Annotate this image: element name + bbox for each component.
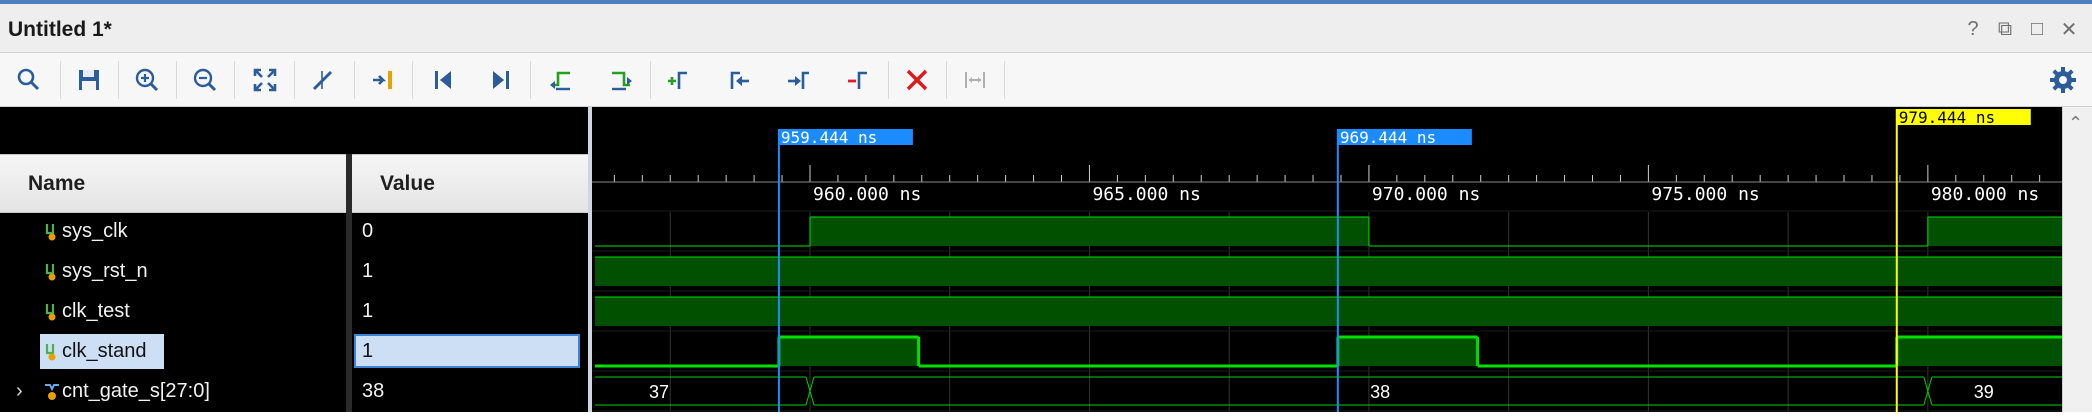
add-marker-icon[interactable]: [662, 63, 696, 97]
window-title: Untitled 1*: [8, 18, 112, 41]
gear-icon[interactable]: [2048, 65, 2078, 95]
bus-transition: [1923, 376, 1929, 406]
bus-signal-icon: [45, 384, 59, 400]
signal-value: 1: [362, 300, 374, 322]
toolbar-separator: [176, 61, 177, 99]
signal-pane-spacer: [0, 107, 588, 154]
toolbar-separator: [234, 61, 235, 99]
next-transition-icon[interactable]: [604, 63, 638, 97]
toolbar-separator: [60, 61, 61, 99]
value-column-header[interactable]: Value: [352, 154, 588, 213]
save-icon[interactable]: [72, 63, 106, 97]
toolbar-separator: [1004, 61, 1005, 99]
next-marker-icon[interactable]: [782, 63, 816, 97]
high-level-fill: [1896, 337, 2062, 366]
signal-value: 0: [362, 220, 374, 242]
bus-transition: [1927, 376, 1933, 406]
maximize-icon[interactable]: □: [2022, 14, 2052, 44]
time-tick-label: 970.000 ns: [1372, 184, 1480, 205]
expand-chevron-icon[interactable]: ›: [16, 380, 23, 403]
cursor-snap-icon[interactable]: [306, 63, 340, 97]
cursor-label: 959.444 ns: [781, 128, 877, 147]
goto-end-icon[interactable]: [484, 63, 518, 97]
zoom-fit-icon[interactable]: [248, 63, 282, 97]
signal-name: sys_rst_n: [62, 260, 148, 282]
signal-name: cnt_gate_s[27:0]: [62, 380, 210, 402]
help-icon[interactable]: ?: [1958, 14, 1988, 44]
waveform-window: Untitled 1* ? ⧉ □ ✕ Name Value sys_clk 0…: [0, 0, 2092, 412]
bus-value-label: 37: [649, 382, 669, 402]
signal-name: clk_test: [62, 300, 130, 322]
selected-value-box: [354, 334, 580, 368]
window-controls: ? ⧉ □ ✕: [1958, 14, 2084, 44]
bus-value-label: 38: [1370, 382, 1390, 402]
cursor-label: 979.444 ns: [1899, 108, 1995, 127]
waveform-canvas: 960.000 ns 965.000 ns 970.000 ns 975.000 ns…: [592, 108, 2062, 412]
title-bar: Untitled 1* ? ⧉ □ ✕: [0, 4, 2092, 53]
bit-signal-icon: [45, 344, 56, 361]
signal-row-sys-rst-n[interactable]: sys_rst_n 1: [0, 252, 588, 292]
close-icon[interactable]: ✕: [2054, 14, 2084, 44]
toolbar-separator: [946, 61, 947, 99]
prev-marker-icon[interactable]: [722, 63, 756, 97]
high-level-fill: [595, 257, 2062, 286]
signal-name: sys_clk: [62, 220, 128, 242]
cursor-label: 969.444 ns: [1340, 128, 1436, 147]
signal-row-clk-test[interactable]: clk_test 1: [0, 292, 588, 332]
toolbar-separator: [118, 61, 119, 99]
signal-row-clk-stand[interactable]: clk_stand 1: [0, 332, 588, 372]
delete-icon[interactable]: [900, 63, 934, 97]
high-level-fill: [1927, 217, 2062, 246]
toolbar-separator: [354, 61, 355, 99]
scroll-up-icon[interactable]: ⌃: [2068, 113, 2083, 134]
time-tick-label: 975.000 ns: [1651, 184, 1759, 205]
remove-marker-icon[interactable]: [842, 63, 876, 97]
zoom-out-icon[interactable]: [188, 63, 222, 97]
search-icon[interactable]: [12, 63, 46, 97]
toolbar-separator: [650, 61, 651, 99]
waveform-area[interactable]: 960.000 ns 965.000 ns 970.000 ns 975.000 ns…: [592, 107, 2062, 412]
bus-transition: [809, 376, 815, 406]
bus-value-label: 39: [1974, 382, 1994, 402]
zoom-in-icon[interactable]: [130, 63, 164, 97]
prev-transition-icon[interactable]: [544, 63, 578, 97]
goto-start-icon[interactable]: [426, 63, 460, 97]
high-level-fill: [595, 297, 2062, 326]
toolbar-separator: [294, 61, 295, 99]
high-level-fill: [1337, 337, 1478, 366]
toolbar-separator: [888, 61, 889, 99]
toolbar-separator: [412, 61, 413, 99]
signal-row-sys-clk[interactable]: sys_clk 0: [0, 212, 588, 252]
signal-value: 1: [362, 340, 374, 362]
signal-list-pane: Name Value sys_clk 0 sys_rst_n 1 clk_tes…: [0, 107, 588, 412]
bit-signal-icon: [45, 264, 56, 281]
signal-value: 1: [362, 260, 374, 282]
signal-name: clk_stand: [62, 340, 147, 362]
high-level-fill: [778, 337, 919, 366]
signal-value: 38: [362, 380, 385, 402]
toolbar-separator: [530, 61, 531, 99]
time-tick-label: 960.000 ns: [813, 184, 921, 205]
time-tick-label: 980.000 ns: [1931, 184, 2039, 205]
vertical-scrollbar[interactable]: ⌃: [2062, 107, 2092, 412]
signal-row-cnt-gate-s[interactable]: › cnt_gate_s[27:0] 38: [0, 372, 588, 412]
restore-icon[interactable]: ⧉: [1990, 14, 2020, 44]
bus-transition: [805, 376, 811, 406]
bit-signal-icon: [45, 304, 56, 321]
waveform-viewer: Name Value sys_clk 0 sys_rst_n 1 clk_tes…: [0, 107, 2092, 412]
high-level-fill: [809, 217, 1369, 246]
swap-cursors-icon[interactable]: [958, 63, 992, 97]
waveform-toolbar: [0, 53, 2092, 107]
name-column-header[interactable]: Name: [0, 154, 346, 213]
time-tick-label: 965.000 ns: [1092, 184, 1200, 205]
bit-signal-icon: [45, 224, 56, 241]
goto-cursor-icon[interactable]: [366, 63, 400, 97]
